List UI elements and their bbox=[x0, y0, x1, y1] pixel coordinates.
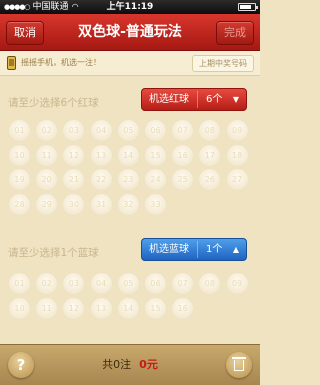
bottom-bar: ? 共0注 0元 bbox=[0, 344, 260, 385]
shake-hint: 摇摇手机，机选一注！ bbox=[21, 58, 101, 67]
last-draw-button[interactable]: 上期中奖号码 bbox=[192, 55, 254, 72]
blue-section-label: 请至少选择1个蓝球 bbox=[8, 247, 99, 259]
random-red-button[interactable]: 机选红球 6个 ▼ bbox=[141, 88, 247, 111]
red-ball[interactable]: 21 bbox=[63, 169, 85, 190]
blue-count: 1个 bbox=[206, 244, 223, 255]
chevron-up-icon: ▲ bbox=[232, 245, 239, 254]
red-ball[interactable]: 03 bbox=[63, 120, 85, 141]
red-ball[interactable]: 08 bbox=[199, 120, 221, 141]
red-ball[interactable]: 14 bbox=[117, 144, 139, 166]
blue-ball[interactable]: 13 bbox=[90, 297, 112, 319]
navbar: 双色球-普通玩法 取消 完成 bbox=[0, 14, 260, 51]
red-ball[interactable]: 31 bbox=[90, 193, 112, 215]
blue-ball[interactable]: 07 bbox=[172, 273, 194, 294]
red-ball[interactable]: 27 bbox=[226, 169, 248, 190]
red-ball[interactable]: 33 bbox=[145, 193, 166, 215]
blue-ball[interactable]: 05 bbox=[117, 273, 139, 294]
red-ball[interactable]: 20 bbox=[36, 169, 58, 190]
red-ball[interactable]: 22 bbox=[90, 169, 112, 190]
blue-ball[interactable]: 02 bbox=[36, 273, 58, 294]
red-ball[interactable]: 28 bbox=[9, 193, 30, 215]
bet-summary: 共0注 0元 bbox=[0, 345, 260, 385]
red-ball[interactable]: 18 bbox=[226, 144, 248, 166]
red-ball[interactable]: 13 bbox=[90, 144, 112, 166]
blue-ball[interactable]: 15 bbox=[145, 297, 166, 319]
red-ball[interactable]: 15 bbox=[145, 144, 166, 166]
red-ball[interactable]: 29 bbox=[36, 193, 58, 215]
red-ball[interactable]: 09 bbox=[226, 120, 248, 141]
blue-ball[interactable]: 09 bbox=[226, 273, 248, 294]
blue-ball[interactable]: 04 bbox=[90, 273, 112, 294]
blue-ball[interactable]: 01 bbox=[9, 273, 30, 294]
red-ball[interactable]: 24 bbox=[145, 169, 166, 190]
red-ball[interactable]: 06 bbox=[145, 120, 166, 141]
blue-ball[interactable]: 03 bbox=[63, 273, 85, 294]
red-ball[interactable]: 19 bbox=[9, 169, 30, 190]
blue-ball[interactable]: 12 bbox=[63, 297, 85, 319]
random-blue-button[interactable]: 机选蓝球 1个 ▲ bbox=[141, 238, 247, 261]
red-ball[interactable]: 11 bbox=[36, 144, 58, 166]
blue-ball[interactable]: 08 bbox=[199, 273, 221, 294]
red-section-label: 请至少选择6个红球 bbox=[8, 97, 99, 109]
red-ball[interactable]: 04 bbox=[90, 120, 112, 141]
red-ball[interactable]: 02 bbox=[36, 120, 58, 141]
red-ball[interactable]: 30 bbox=[63, 193, 85, 215]
chevron-down-icon: ▼ bbox=[232, 95, 239, 104]
status-bar: ●●●●○ 中国联通 ◠ 上午11:19 bbox=[0, 0, 260, 14]
blue-ball[interactable]: 10 bbox=[9, 297, 30, 319]
blue-ball[interactable]: 16 bbox=[172, 297, 194, 319]
shake-bar: 摇摇手机，机选一注！ 上期中奖号码 bbox=[0, 51, 260, 76]
random-red-label: 机选红球 bbox=[149, 94, 189, 105]
red-ball[interactable]: 17 bbox=[199, 144, 221, 166]
battery-icon bbox=[238, 3, 258, 11]
done-button[interactable]: 完成 bbox=[216, 21, 254, 45]
red-ball[interactable]: 01 bbox=[9, 120, 30, 141]
trash-icon bbox=[232, 357, 246, 371]
phone-icon bbox=[7, 56, 16, 70]
bet-amount: 0元 bbox=[139, 358, 158, 371]
cancel-button[interactable]: 取消 bbox=[6, 21, 44, 45]
battery-fill bbox=[240, 5, 251, 9]
clear-button[interactable] bbox=[226, 352, 252, 378]
blue-ball[interactable]: 06 bbox=[145, 273, 166, 294]
red-count: 6个 bbox=[206, 94, 223, 105]
red-ball[interactable]: 32 bbox=[117, 193, 139, 215]
status-time: 上午11:19 bbox=[106, 2, 154, 12]
red-ball[interactable]: 25 bbox=[172, 169, 194, 190]
red-ball[interactable]: 07 bbox=[172, 120, 194, 141]
random-blue-label: 机选蓝球 bbox=[149, 244, 189, 255]
divider bbox=[197, 91, 198, 108]
red-ball[interactable]: 12 bbox=[63, 144, 85, 166]
bet-count: 共0注 bbox=[102, 358, 132, 371]
blue-ball[interactable]: 11 bbox=[36, 297, 58, 319]
red-ball[interactable]: 05 bbox=[117, 120, 139, 141]
red-ball[interactable]: 16 bbox=[172, 144, 194, 166]
red-ball[interactable]: 23 bbox=[117, 169, 139, 190]
red-ball[interactable]: 26 bbox=[199, 169, 221, 190]
divider bbox=[197, 241, 198, 258]
red-ball[interactable]: 10 bbox=[9, 144, 30, 166]
blue-ball[interactable]: 14 bbox=[117, 297, 139, 319]
